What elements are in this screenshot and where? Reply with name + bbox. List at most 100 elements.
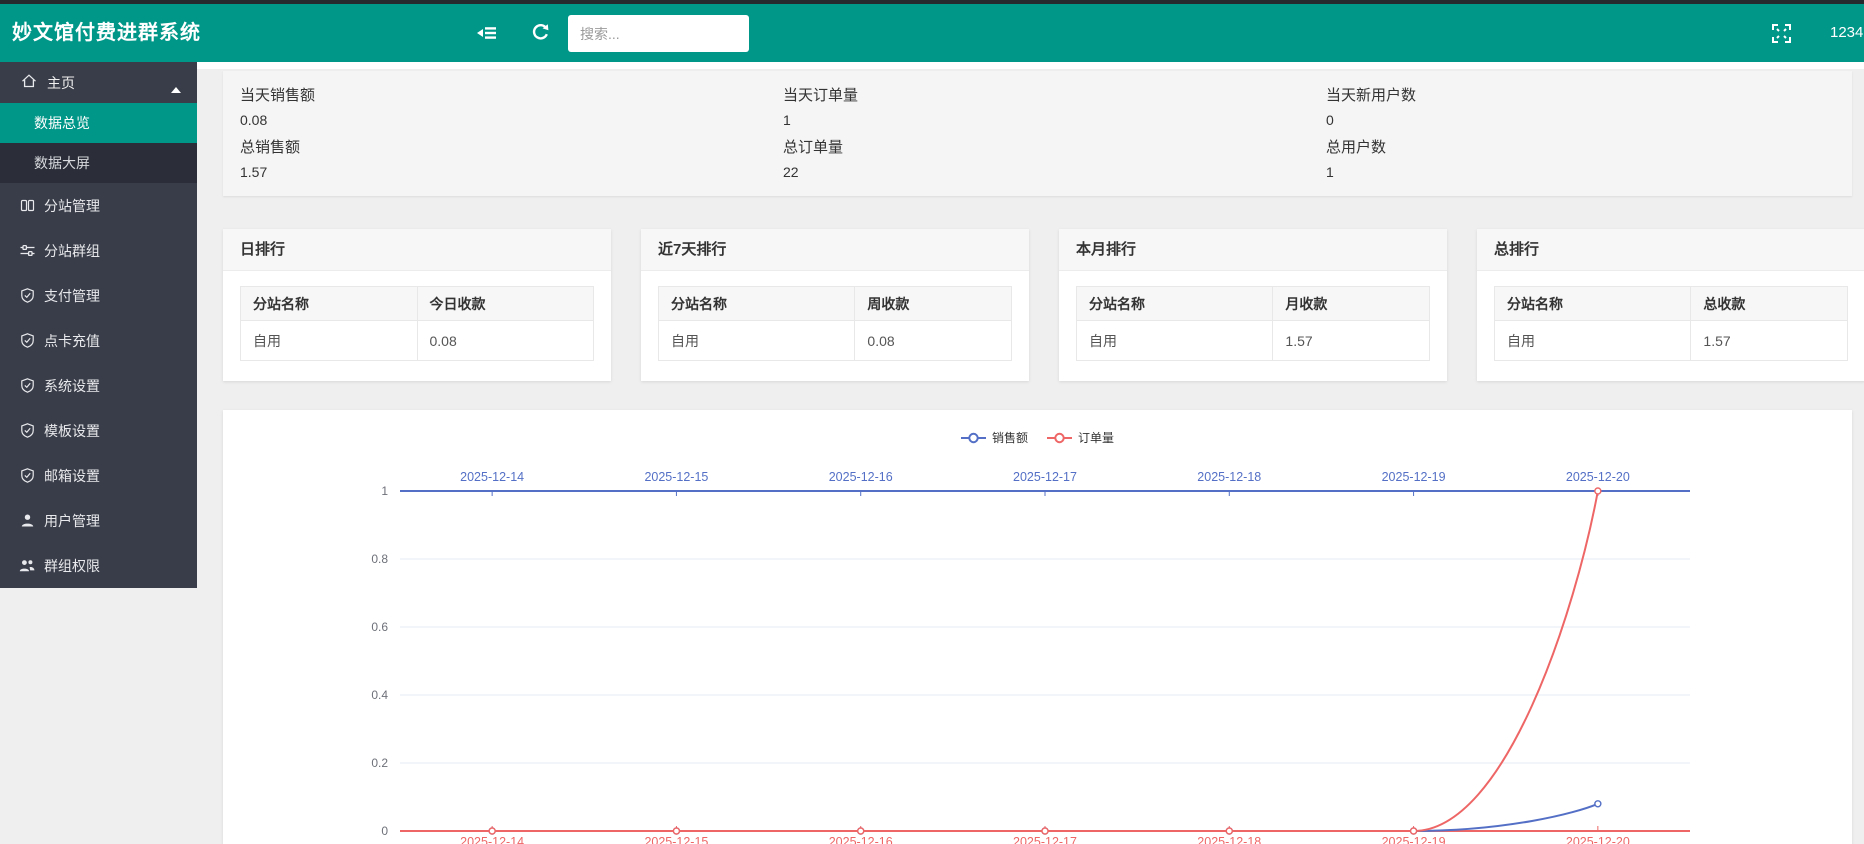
cell-site-name: 自用 <box>1077 321 1273 361</box>
stat-value: 0.08 <box>240 109 783 131</box>
column-header: 月收款 <box>1273 287 1430 321</box>
sidebar-item-group-permissions[interactable]: 群组权限 <box>0 543 197 588</box>
stat-today-orders: 当天订单量 1 <box>783 81 1326 133</box>
sidebar-item-label: 系统设置 <box>44 376 100 396</box>
sidebar-item-home[interactable]: 主页 <box>0 62 197 103</box>
sliders-icon <box>19 243 35 259</box>
sidebar-item-system-settings[interactable]: 系统设置 <box>0 363 197 408</box>
column-header: 今日收款 <box>417 287 594 321</box>
svg-text:2025-12-15: 2025-12-15 <box>644 470 708 484</box>
sidebar-item-data-overview[interactable]: 数据总览 <box>0 103 197 143</box>
app-header: 妙文馆付费进群系统 12345 <box>0 4 1864 62</box>
sidebar-item-label: 主页 <box>47 73 75 93</box>
home-icon <box>21 73 37 92</box>
stat-today-sales: 当天销售额 0.08 <box>240 81 783 133</box>
column-header: 分站名称 <box>659 287 855 321</box>
svg-text:2025-12-17: 2025-12-17 <box>1013 470 1077 484</box>
column-header: 分站名称 <box>1495 287 1691 321</box>
fullscreen-icon[interactable] <box>1772 24 1792 42</box>
stats-panel: 当天销售额 0.08 当天订单量 1 当天新用户数 0 总销售额 1.57 总订… <box>223 71 1852 196</box>
stat-label: 当天新用户数 <box>1326 83 1864 109</box>
refresh-icon[interactable] <box>531 23 551 41</box>
table-row: 自用0.08 <box>241 321 594 361</box>
sidebar-item-label: 分站管理 <box>44 196 100 216</box>
svg-text:2025-12-17: 2025-12-17 <box>1013 835 1077 844</box>
window-top-edge <box>0 0 1864 4</box>
sidebar-item-mail-settings[interactable]: 邮箱设置 <box>0 453 197 498</box>
ranking-card-7days: 近7天排行 分站名称周收款 自用0.08 <box>641 229 1029 381</box>
column-header: 分站名称 <box>241 287 418 321</box>
stat-label: 当天订单量 <box>783 83 1326 109</box>
column-header: 分站名称 <box>1077 287 1273 321</box>
app-title: 妙文馆付费进群系统 <box>12 4 201 62</box>
search-input[interactable] <box>568 15 749 52</box>
sidebar-item-user-manage[interactable]: 用户管理 <box>0 498 197 543</box>
svg-text:2025-12-19: 2025-12-19 <box>1382 470 1446 484</box>
cell-amount: 1.57 <box>1691 321 1848 361</box>
sidebar-submenu: 数据总览 数据大屏 <box>0 103 197 183</box>
svg-text:2025-12-14: 2025-12-14 <box>460 470 524 484</box>
sidebar-item-card-recharge[interactable]: 点卡充值 <box>0 318 197 363</box>
legend-label: 订单量 <box>1078 429 1114 446</box>
stat-label: 当天销售额 <box>240 83 783 109</box>
stat-value: 1.57 <box>240 161 783 183</box>
ranking-card-total: 总排行 分站名称总收款 自用1.57 <box>1477 229 1864 381</box>
svg-text:2025-12-15: 2025-12-15 <box>644 835 708 844</box>
cell-amount: 0.08 <box>417 321 594 361</box>
sidebar-item-label: 邮箱设置 <box>44 466 100 486</box>
cell-site-name: 自用 <box>241 321 418 361</box>
sidebar-item-data-screen[interactable]: 数据大屏 <box>0 143 197 183</box>
svg-text:0.4: 0.4 <box>371 688 388 702</box>
chart-legend: 销售额 订单量 <box>223 429 1852 446</box>
card-title: 本月排行 <box>1059 229 1447 271</box>
sidebar-item-label: 支付管理 <box>44 286 100 306</box>
ranking-table: 分站名称周收款 自用0.08 <box>658 286 1012 361</box>
ranking-card-daily: 日排行 分站名称今日收款 自用0.08 <box>223 229 611 381</box>
column-header: 周收款 <box>855 287 1012 321</box>
cell-amount: 1.57 <box>1273 321 1430 361</box>
sidebar-item-payment-manage[interactable]: 支付管理 <box>0 273 197 318</box>
svg-text:0.6: 0.6 <box>371 620 388 634</box>
shield-check-icon <box>19 378 35 394</box>
shield-check-icon <box>19 288 35 304</box>
shield-check-icon <box>19 468 35 484</box>
svg-text:0: 0 <box>381 824 388 838</box>
stat-label: 总用户数 <box>1326 135 1864 161</box>
username-menu[interactable]: 12345 <box>1830 4 1864 62</box>
stat-value: 22 <box>783 161 1326 183</box>
sidebar-item-label: 点卡充值 <box>44 331 100 351</box>
sidebar-item-label: 数据总览 <box>34 115 90 131</box>
svg-text:0.2: 0.2 <box>371 756 388 770</box>
stat-value: 1 <box>783 109 1326 131</box>
ranking-table: 分站名称总收款 自用1.57 <box>1494 286 1848 361</box>
svg-text:2025-12-20: 2025-12-20 <box>1566 470 1630 484</box>
ranking-table: 分站名称今日收款 自用0.08 <box>240 286 594 361</box>
svg-text:0.8: 0.8 <box>371 552 388 566</box>
stat-today-new-users: 当天新用户数 0 <box>1326 81 1864 133</box>
ranking-table: 分站名称月收款 自用1.57 <box>1076 286 1430 361</box>
sidebar-item-label: 数据大屏 <box>34 155 90 171</box>
ranking-card-month: 本月排行 分站名称月收款 自用1.57 <box>1059 229 1447 381</box>
svg-text:2025-12-20: 2025-12-20 <box>1566 835 1630 844</box>
card-title: 日排行 <box>223 229 611 271</box>
card-title: 近7天排行 <box>641 229 1029 271</box>
sidebar: 主页 数据总览 数据大屏 分站管理 分站群组 支付管理 点卡充值 <box>0 62 197 588</box>
svg-text:2025-12-19: 2025-12-19 <box>1382 835 1446 844</box>
svg-text:2025-12-18: 2025-12-18 <box>1197 835 1261 844</box>
svg-text:2025-12-16: 2025-12-16 <box>829 470 893 484</box>
legend-item-sales[interactable]: 销售额 <box>961 429 1028 446</box>
legend-item-orders[interactable]: 订单量 <box>1047 429 1114 446</box>
sidebar-item-substation-manage[interactable]: 分站管理 <box>0 183 197 228</box>
sidebar-item-label: 模板设置 <box>44 421 100 441</box>
console-icon <box>19 198 35 214</box>
sidebar-item-template-settings[interactable]: 模板设置 <box>0 408 197 453</box>
main-content: 当天销售额 0.08 当天订单量 1 当天新用户数 0 总销售额 1.57 总订… <box>197 62 1864 844</box>
menu-spread-icon[interactable] <box>477 24 497 42</box>
chart-canvas[interactable]: 00.20.40.60.812025-12-142025-12-152025-1… <box>223 410 1863 844</box>
cell-site-name: 自用 <box>1495 321 1691 361</box>
sidebar-item-substation-groups[interactable]: 分站群组 <box>0 228 197 273</box>
table-row: 自用1.57 <box>1495 321 1848 361</box>
svg-text:2025-12-16: 2025-12-16 <box>829 835 893 844</box>
sidebar-item-label: 群组权限 <box>44 556 100 576</box>
user-icon <box>19 513 35 529</box>
